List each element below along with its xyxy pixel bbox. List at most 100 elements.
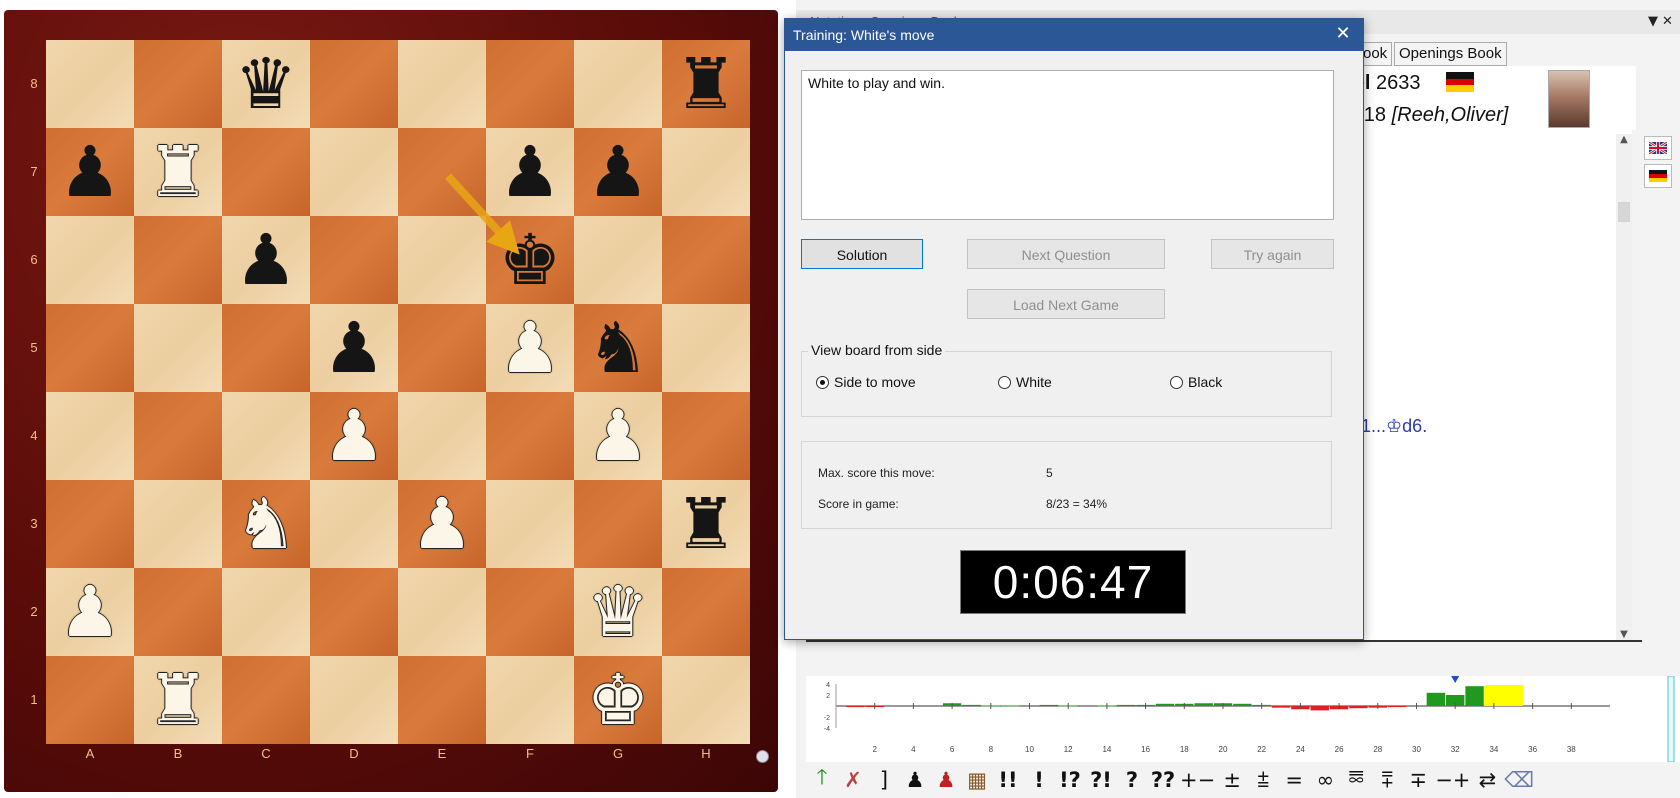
square-a2[interactable]: ♟ <box>46 568 134 656</box>
square-a7[interactable]: ♟ <box>46 128 134 216</box>
white-pawn-icon[interactable]: ♟ <box>323 401 386 471</box>
square-c8[interactable]: ♛ <box>222 40 310 128</box>
square-g2[interactable]: ♛ <box>574 568 662 656</box>
black-queen-icon[interactable]: ♛ <box>235 49 298 119</box>
piece-red-icon[interactable]: ♟ <box>932 766 960 794</box>
white-rook-icon[interactable]: ♜ <box>147 665 210 735</box>
square-b5[interactable] <box>134 304 222 392</box>
square-f6[interactable]: ♚ <box>486 216 574 304</box>
square-f2[interactable] <box>486 568 574 656</box>
square-c3[interactable]: ♞ <box>222 480 310 568</box>
square-d1[interactable] <box>310 656 398 744</box>
scroll-down-icon[interactable]: ▼ <box>1616 629 1632 640</box>
eval-unclear-button[interactable]: ∞ <box>1311 766 1339 794</box>
square-b7[interactable]: ♜ <box>134 128 222 216</box>
black-pawn-icon[interactable]: ♟ <box>499 137 562 207</box>
square-h2[interactable] <box>662 568 750 656</box>
black-king-icon[interactable]: ♚ <box>499 225 562 295</box>
square-c7[interactable] <box>222 128 310 216</box>
square-d8[interactable] <box>310 40 398 128</box>
square-a6[interactable] <box>46 216 134 304</box>
solution-button[interactable]: Solution <box>801 239 923 269</box>
square-g5[interactable]: ♞ <box>574 304 662 392</box>
dropdown-icon[interactable]: ▼ <box>1648 14 1658 29</box>
radio-dot[interactable] <box>998 375 1011 389</box>
square-a1[interactable] <box>46 656 134 744</box>
square-e3[interactable]: ♟ <box>398 480 486 568</box>
eval-black-slightly-button[interactable]: ⩱ <box>1373 766 1401 794</box>
black-rook-icon[interactable]: ♜ <box>675 489 738 559</box>
close-panel-icon[interactable]: ✕ <box>1662 14 1673 29</box>
counterplay-icon[interactable]: ⇄ <box>1473 766 1501 794</box>
load-next-game-button[interactable]: Load Next Game <box>967 289 1165 319</box>
square-g4[interactable]: ♟ <box>574 392 662 480</box>
radio-dot-selected[interactable] <box>816 375 829 389</box>
square-c1[interactable] <box>222 656 310 744</box>
square-h7[interactable] <box>662 128 750 216</box>
square-g1[interactable]: ♚ <box>574 656 662 744</box>
square-e8[interactable] <box>398 40 486 128</box>
square-e7[interactable] <box>398 128 486 216</box>
german-flag-button[interactable] <box>1644 164 1672 188</box>
square-d6[interactable] <box>310 216 398 304</box>
radio-side-to-move[interactable]: Side to move <box>816 374 916 390</box>
square-h5[interactable] <box>662 304 750 392</box>
square-a5[interactable] <box>46 304 134 392</box>
square-b4[interactable] <box>134 392 222 480</box>
square-g7[interactable]: ♟ <box>574 128 662 216</box>
eval-equal-button[interactable]: = <box>1280 766 1308 794</box>
annot-blunder-button[interactable]: ?? <box>1149 766 1177 794</box>
square-c5[interactable] <box>222 304 310 392</box>
radio-white[interactable]: White <box>998 374 1052 390</box>
white-pawn-icon[interactable]: ♟ <box>59 577 122 647</box>
board-image-icon[interactable]: ▦ <box>963 766 991 794</box>
square-g6[interactable] <box>574 216 662 304</box>
square-f4[interactable] <box>486 392 574 480</box>
square-a8[interactable] <box>46 40 134 128</box>
square-e1[interactable] <box>398 656 486 744</box>
radio-dot[interactable] <box>1170 375 1183 389</box>
square-b2[interactable] <box>134 568 222 656</box>
square-c4[interactable] <box>222 392 310 480</box>
square-e5[interactable] <box>398 304 486 392</box>
white-pawn-icon[interactable]: ♟ <box>499 313 562 383</box>
square-d2[interactable] <box>310 568 398 656</box>
square-f7[interactable]: ♟ <box>486 128 574 216</box>
delete-variation-icon[interactable]: ✗ <box>839 766 867 794</box>
square-e2[interactable] <box>398 568 486 656</box>
square-f8[interactable] <box>486 40 574 128</box>
square-g3[interactable] <box>574 480 662 568</box>
eval-white-slightly-button[interactable]: ⩲ <box>1249 766 1277 794</box>
white-rook-icon[interactable]: ♜ <box>147 137 210 207</box>
bracket-icon[interactable]: ] <box>870 766 898 794</box>
black-knight-icon[interactable]: ♞ <box>587 313 650 383</box>
square-b8[interactable] <box>134 40 222 128</box>
square-e4[interactable] <box>398 392 486 480</box>
square-f5[interactable]: ♟ <box>486 304 574 392</box>
annot-interesting-button[interactable]: !? <box>1056 766 1084 794</box>
white-pawn-icon[interactable]: ♟ <box>587 401 650 471</box>
white-queen-icon[interactable]: ♛ <box>587 577 650 647</box>
square-d5[interactable]: ♟ <box>310 304 398 392</box>
square-d4[interactable]: ♟ <box>310 392 398 480</box>
radio-black[interactable]: Black <box>1170 374 1222 390</box>
close-icon[interactable]: ✕ <box>1331 22 1355 46</box>
scroll-thumb[interactable] <box>1618 202 1630 222</box>
annot-brilliant-button[interactable]: !! <box>994 766 1022 794</box>
black-pawn-icon[interactable]: ♟ <box>59 137 122 207</box>
next-question-button[interactable]: Next Question <box>967 239 1165 269</box>
eval-black-better-button[interactable]: ∓ <box>1404 766 1432 794</box>
square-h8[interactable]: ♜ <box>662 40 750 128</box>
square-h3[interactable]: ♜ <box>662 480 750 568</box>
white-king-icon[interactable]: ♚ <box>587 665 650 735</box>
chess-board[interactable]: ♛ ♜ ♟ ♜ ♟ ♟ ♟ ♚ ♟ ♟ ♞ ♟ ♟ ♞ ♟ ♜ ♟ ♛ ♜ ♚ <box>46 40 750 744</box>
eval-compensation-button[interactable]: ⯹ <box>1342 765 1370 794</box>
square-h6[interactable] <box>662 216 750 304</box>
eraser-icon[interactable]: ⌫ <box>1504 766 1534 794</box>
evaluation-chart[interactable]: 2 4 6 8 10 12 14 16 18 20 22 24 26 28 30 32 34 36 38 4 2 -2 -4 <box>806 676 1680 762</box>
black-pawn-icon[interactable]: ♟ <box>323 313 386 383</box>
scroll-up-icon[interactable]: ▲ <box>1616 134 1632 145</box>
english-flag-button[interactable] <box>1644 136 1672 160</box>
square-b6[interactable] <box>134 216 222 304</box>
eval-white-better-button[interactable]: ± <box>1218 766 1246 794</box>
